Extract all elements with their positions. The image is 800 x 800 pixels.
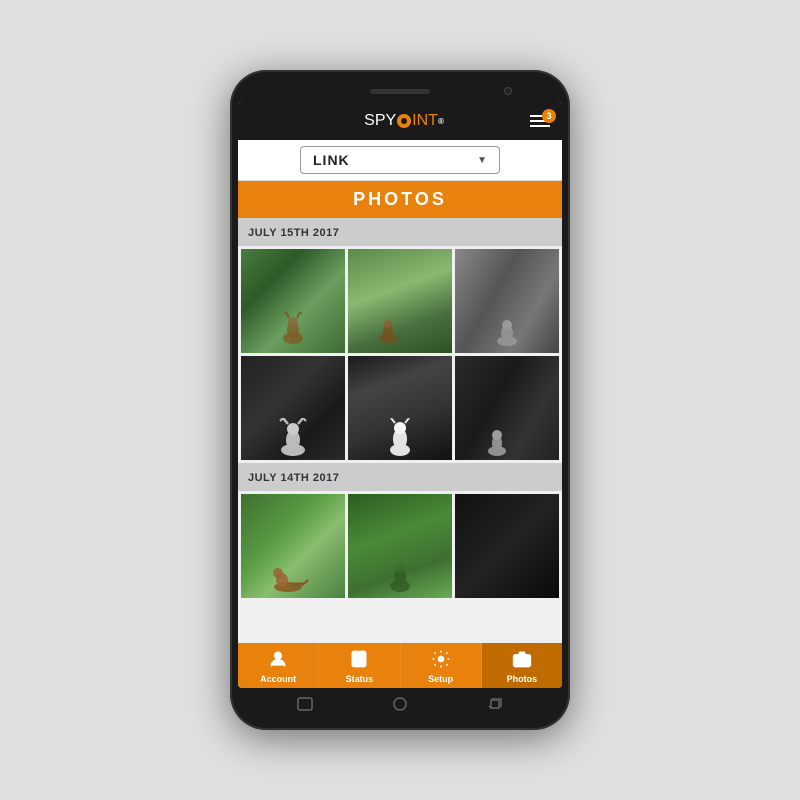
phone-frame: SPY INT ® 3 LINK ▼ PHOTOS	[230, 70, 570, 730]
photo-july15-3[interactable]	[455, 249, 559, 353]
logo: SPY INT ®	[278, 112, 530, 130]
recent-apps-button[interactable]	[485, 696, 505, 712]
photo-july15-6[interactable]	[455, 356, 559, 460]
phone-top-bar	[238, 80, 562, 102]
photo-july14-2[interactable]	[348, 494, 452, 598]
front-camera	[504, 87, 512, 95]
photo-grid-july14	[238, 491, 562, 601]
photo-july15-5[interactable]	[348, 356, 452, 460]
logo-point-text: INT	[412, 112, 438, 130]
phone-speaker	[370, 89, 430, 94]
app-header: SPY INT ® 3	[238, 102, 562, 140]
photo-july15-4[interactable]	[241, 356, 345, 460]
photo-july15-1[interactable]	[241, 249, 345, 353]
bottom-navigation: Account Status	[238, 643, 562, 688]
photo-july14-1[interactable]	[241, 494, 345, 598]
page-title-bar: PHOTOS	[238, 181, 562, 218]
nav-item-status[interactable]: Status	[319, 643, 400, 688]
nav-item-photos[interactable]: Photos	[482, 643, 562, 688]
logo-trademark: ®	[438, 117, 444, 126]
date-label-july15: JULY 15TH 2017	[248, 227, 339, 239]
nav-label-status: Status	[346, 674, 374, 684]
photo-grid-july15	[238, 246, 562, 463]
phone-screen: SPY INT ® 3 LINK ▼ PHOTOS	[238, 102, 562, 688]
date-section-july14: JULY 14TH 2017	[238, 463, 562, 491]
gear-icon	[431, 649, 451, 672]
nav-label-photos: Photos	[507, 674, 538, 684]
photo-july15-2[interactable]	[348, 249, 452, 353]
menu-button[interactable]: 3	[530, 115, 550, 127]
date-label-july14: JULY 14TH 2017	[248, 472, 339, 484]
selected-device-label: LINK	[313, 152, 350, 168]
photo-july14-3[interactable]	[455, 494, 559, 598]
nav-label-account: Account	[260, 674, 296, 684]
notification-badge: 3	[542, 109, 556, 123]
logo-spy-text: SPY	[364, 112, 396, 130]
person-icon	[268, 649, 288, 672]
phone-bottom-bar	[238, 688, 562, 720]
home-button[interactable]	[390, 696, 410, 712]
nav-item-account[interactable]: Account	[238, 643, 319, 688]
logo-dot-icon	[397, 114, 411, 128]
camera-icon	[512, 649, 532, 672]
dropdown-arrow-icon: ▼	[477, 155, 487, 166]
photos-content[interactable]: JULY 15TH 2017	[238, 218, 562, 643]
back-button[interactable]	[295, 696, 315, 712]
nav-item-setup[interactable]: Setup	[401, 643, 482, 688]
page-title: PHOTOS	[246, 189, 554, 210]
list-icon	[349, 649, 369, 672]
device-selector: LINK ▼	[238, 140, 562, 181]
date-section-july15: JULY 15TH 2017	[238, 218, 562, 246]
nav-label-setup: Setup	[428, 674, 453, 684]
device-dropdown[interactable]: LINK ▼	[300, 146, 500, 174]
